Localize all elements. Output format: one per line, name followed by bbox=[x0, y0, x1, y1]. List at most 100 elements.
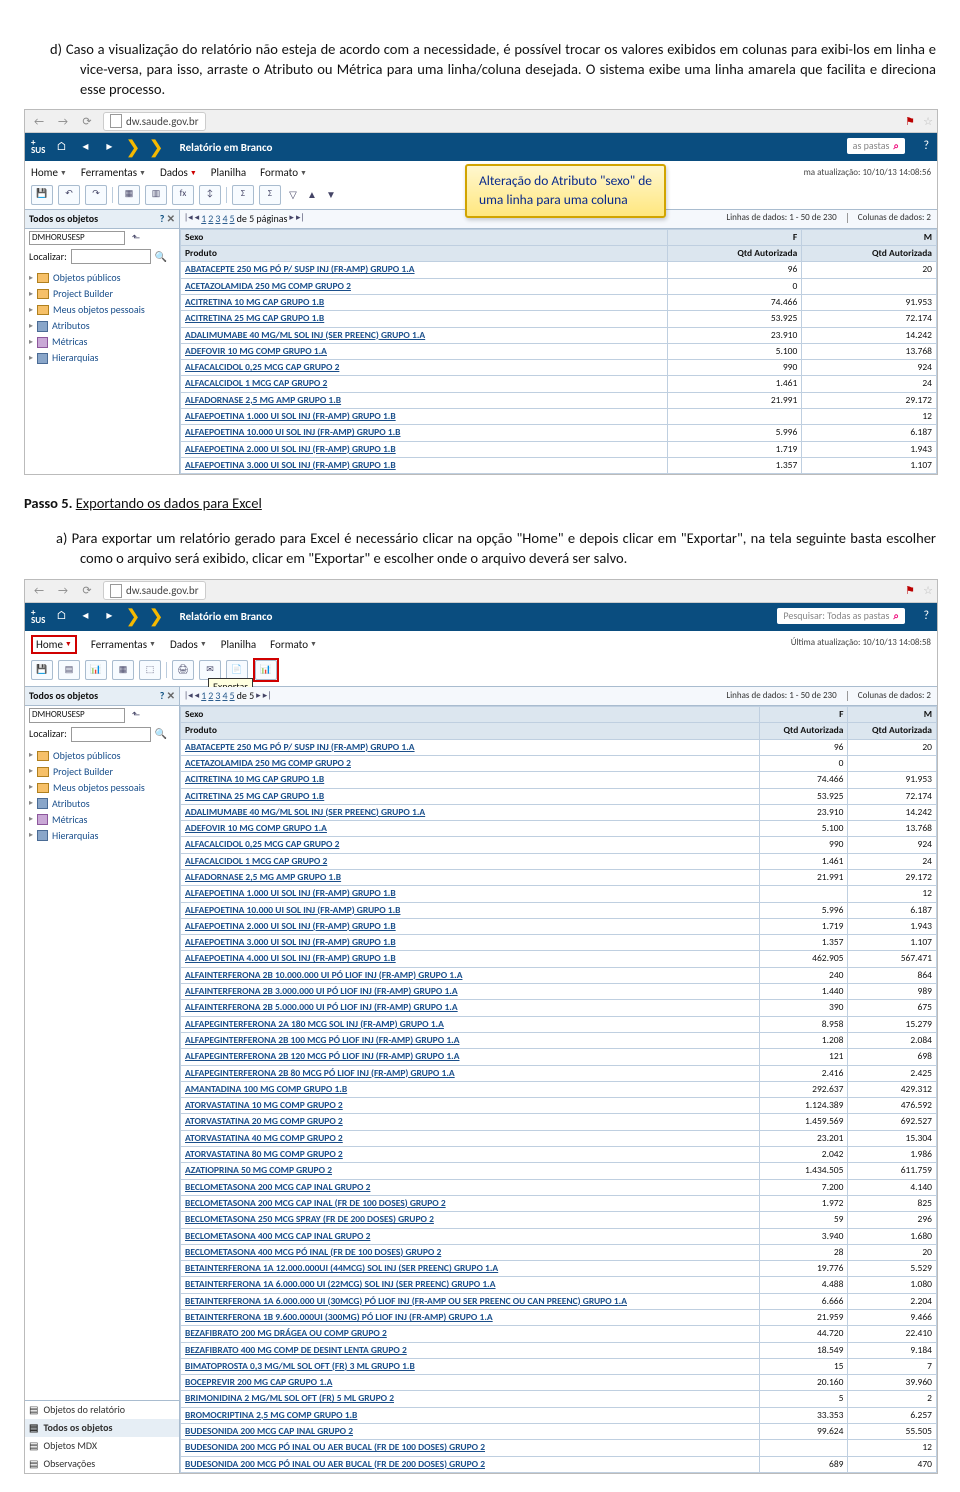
project-select[interactable]: DMHORUSESP bbox=[29, 708, 125, 723]
cell-product[interactable]: ABATACEPTE 250 MG PÓ P/ SUSP INJ (FR-AMP… bbox=[181, 739, 760, 755]
expand-icon[interactable]: ▸ bbox=[29, 273, 33, 284]
next-page-icon[interactable]: ▸ bbox=[256, 690, 261, 703]
star-icon[interactable]: ☆ bbox=[923, 114, 933, 129]
menu-tools[interactable]: Ferramentas ▼ bbox=[91, 637, 156, 652]
go-up-icon[interactable]: ⬑ bbox=[129, 231, 143, 245]
cell-product[interactable]: ALFAINTERFERONA 2B 5.000.000 UI PÓ LIOF … bbox=[181, 1000, 760, 1016]
nav-back-icon[interactable]: ◂ bbox=[77, 139, 93, 155]
cell-product[interactable]: BETAINTERFERONA 1A 12.000.000UI (44MCG) … bbox=[181, 1261, 760, 1277]
sidebar-search-input[interactable] bbox=[71, 249, 151, 264]
page-3[interactable]: 3 bbox=[215, 212, 220, 226]
cell-product[interactable]: ACETAZOLAMIDA 250 MG COMP GRUPO 2 bbox=[181, 755, 760, 771]
menu-home[interactable]: Home ▼ bbox=[31, 165, 67, 180]
search-small-icon[interactable]: 🔍 bbox=[155, 250, 167, 264]
tb-save-icon[interactable]: 💾 bbox=[31, 660, 53, 680]
cell-product[interactable]: ATORVASTATINA 10 MG COMP GRUPO 2 bbox=[181, 1098, 760, 1114]
url-bar[interactable]: dw.saude.gov.br bbox=[103, 581, 206, 600]
cell-product[interactable]: ALFACALCIDOL 1 MCG CAP GRUPO 2 bbox=[181, 853, 760, 869]
header-search[interactable]: Pesquisar: Todas as pastas ⌕ bbox=[777, 608, 905, 624]
help-icon[interactable]: ? bbox=[923, 138, 929, 155]
cell-product[interactable]: ACITRETINA 10 MG CAP GRUPO 1.B bbox=[181, 772, 760, 788]
tree-item[interactable]: ▸Meus objetos pessoais bbox=[29, 302, 175, 318]
page-4[interactable]: 4 bbox=[222, 212, 227, 226]
menu-home-boxed[interactable]: Home ▼ bbox=[31, 635, 77, 654]
sidebar-search-input[interactable] bbox=[71, 727, 151, 742]
menu-format[interactable]: Formato ▼ bbox=[260, 165, 307, 180]
first-page-icon[interactable]: |◂ bbox=[184, 690, 193, 703]
close-icon[interactable]: ✕ bbox=[167, 689, 175, 702]
project-select[interactable]: DMHORUSESP bbox=[29, 231, 125, 246]
cell-product[interactable]: ADALIMUMABE 40 MG/ML SOL INJ (SER PREENC… bbox=[181, 327, 668, 343]
cell-product[interactable]: ABATACEPTE 250 MG PÓ P/ SUSP INJ (FR-AMP… bbox=[181, 262, 668, 278]
next-page-icon[interactable]: ▸ bbox=[289, 212, 294, 225]
cell-product[interactable]: ALFACALCIDOL 1 MCG CAP GRUPO 2 bbox=[181, 376, 668, 392]
expand-icon[interactable]: ▸ bbox=[29, 289, 33, 300]
help-icon[interactable]: ? bbox=[923, 608, 929, 625]
tb-redo-icon[interactable]: ↷ bbox=[85, 185, 107, 205]
expand-icon[interactable]: ▸ bbox=[29, 814, 33, 825]
cell-product[interactable]: ACITRETINA 25 MG CAP GRUPO 1.B bbox=[181, 788, 760, 804]
toolbar-export-boxed[interactable]: 📊 bbox=[253, 658, 279, 682]
menu-tools[interactable]: Ferramentas ▼ bbox=[81, 165, 146, 180]
expand-icon[interactable]: ▸ bbox=[29, 750, 33, 761]
cell-product[interactable]: ADEFOVIR 10 MG COMP GRUPO 1.A bbox=[181, 821, 760, 837]
tb-sigma1-icon[interactable]: Σ bbox=[232, 185, 254, 205]
cell-product[interactable]: BRIMONIDINA 2 MG/ML SOL OFT (FR) 5 ML GR… bbox=[181, 1391, 760, 1407]
expand-icon[interactable]: ▸ bbox=[29, 337, 33, 348]
cell-product[interactable]: ALFAEPOETINA 1.000 UI SOL INJ (FR-AMP) G… bbox=[181, 409, 668, 425]
search-small-icon[interactable]: 🔍 bbox=[155, 727, 167, 741]
forward-icon[interactable]: → bbox=[55, 583, 71, 599]
breadcrumb-report[interactable]: Relatório em Branco bbox=[172, 607, 281, 626]
cell-product[interactable]: BIMATOPROSTA 0,3 MG/ML SOL OFT (FR) 3 ML… bbox=[181, 1358, 760, 1374]
cell-product[interactable]: BECLOMETASONA 200 MCG CAP INAL GRUPO 2 bbox=[181, 1179, 760, 1195]
cell-product[interactable]: ALFAEPOETINA 3.000 UI SOL INJ (FR-AMP) G… bbox=[181, 935, 760, 951]
tb-chart-icon[interactable]: ▥ bbox=[145, 185, 167, 205]
cell-product[interactable]: BEZAFIBRATO 200 MG DRÁGEA OU COMP GRUPO … bbox=[181, 1326, 760, 1342]
last-page-icon[interactable]: ▸| bbox=[263, 690, 272, 703]
page-1[interactable]: 1 bbox=[201, 212, 206, 226]
cell-product[interactable]: ACITRETINA 25 MG CAP GRUPO 1.B bbox=[181, 311, 668, 327]
tb-sort-icon[interactable]: ↕ bbox=[199, 185, 221, 205]
cell-product[interactable]: ATORVASTATINA 80 MG COMP GRUPO 2 bbox=[181, 1147, 760, 1163]
tb-filter-icon[interactable]: ▽ bbox=[286, 188, 300, 202]
expand-icon[interactable]: ▸ bbox=[29, 782, 33, 793]
tb-mail-icon[interactable]: ✉ bbox=[199, 660, 221, 680]
cell-product[interactable]: BECLOMETASONA 250 MCG SPRAY (FR DE 200 D… bbox=[181, 1212, 760, 1228]
bookmark-flag-icon[interactable]: ⚑ bbox=[905, 114, 915, 129]
expand-icon[interactable]: ▸ bbox=[29, 353, 33, 364]
prev-page-icon[interactable]: ◂ bbox=[195, 690, 200, 703]
cell-product[interactable]: BECLOMETASONA 400 MCG CAP INAL GRUPO 2 bbox=[181, 1228, 760, 1244]
tb-pdf-icon[interactable]: 📄 bbox=[226, 660, 248, 680]
cell-product[interactable]: ACETAZOLAMIDA 250 MG COMP GRUPO 2 bbox=[181, 278, 668, 294]
tb-sigma2-icon[interactable]: Σ bbox=[259, 185, 281, 205]
nav-fwd-icon[interactable]: ▸ bbox=[101, 609, 117, 625]
tb-desc-icon[interactable]: ▼ bbox=[324, 188, 338, 202]
last-page-icon[interactable]: ▸| bbox=[296, 212, 305, 225]
cell-product[interactable]: AZATIOPRINA 50 MG COMP GRUPO 2 bbox=[181, 1163, 760, 1179]
page-2[interactable]: 2 bbox=[208, 212, 213, 226]
cell-product[interactable]: BECLOMETASONA 200 MCG CAP INAL (FR DE 10… bbox=[181, 1195, 760, 1211]
sidebar-bottom-item[interactable]: ▤Todos os objetos bbox=[25, 1419, 179, 1437]
back-icon[interactable]: ← bbox=[31, 583, 47, 599]
cell-product[interactable]: ATORVASTATINA 20 MG COMP GRUPO 2 bbox=[181, 1114, 760, 1130]
tree-item[interactable]: ▸Objetos públicos bbox=[29, 748, 175, 764]
cell-product[interactable]: ALFAEPOETINA 3.000 UI SOL INJ (FR-AMP) G… bbox=[181, 457, 668, 473]
tb-print-icon[interactable]: 🖨 bbox=[172, 660, 194, 680]
menu-sheet[interactable]: Planilha bbox=[211, 165, 246, 180]
page-1[interactable]: 1 bbox=[201, 689, 206, 703]
tb-save-icon[interactable]: 💾 bbox=[31, 185, 53, 205]
expand-icon[interactable]: ▸ bbox=[29, 766, 33, 777]
tb-icon-5[interactable]: ⬚ bbox=[139, 660, 161, 680]
tb-fx-icon[interactable]: fx bbox=[172, 185, 194, 205]
cell-product[interactable]: ALFACALCIDOL 0,25 MCG CAP GRUPO 2 bbox=[181, 837, 760, 853]
help-small-icon[interactable]: ? bbox=[160, 212, 165, 225]
close-icon[interactable]: ✕ bbox=[167, 212, 175, 225]
home-icon[interactable]: ⌂ bbox=[53, 609, 69, 625]
tb-grid-icon[interactable]: ▦ bbox=[118, 185, 140, 205]
cell-product[interactable]: BETAINTERFERONA 1A 6.000.000 UI (22MCG) … bbox=[181, 1277, 760, 1293]
cell-product[interactable]: BECLOMETASONA 400 MCG PÓ INAL (FR DE 100… bbox=[181, 1244, 760, 1260]
star-icon[interactable]: ☆ bbox=[923, 583, 933, 598]
cell-product[interactable]: BUDESONIDA 200 MCG PÓ INAL OU AER BUCAL … bbox=[181, 1440, 760, 1456]
tree-item[interactable]: ▸Métricas bbox=[29, 334, 175, 350]
sidebar-bottom-item[interactable]: ▤Objetos do relatório bbox=[25, 1401, 179, 1419]
